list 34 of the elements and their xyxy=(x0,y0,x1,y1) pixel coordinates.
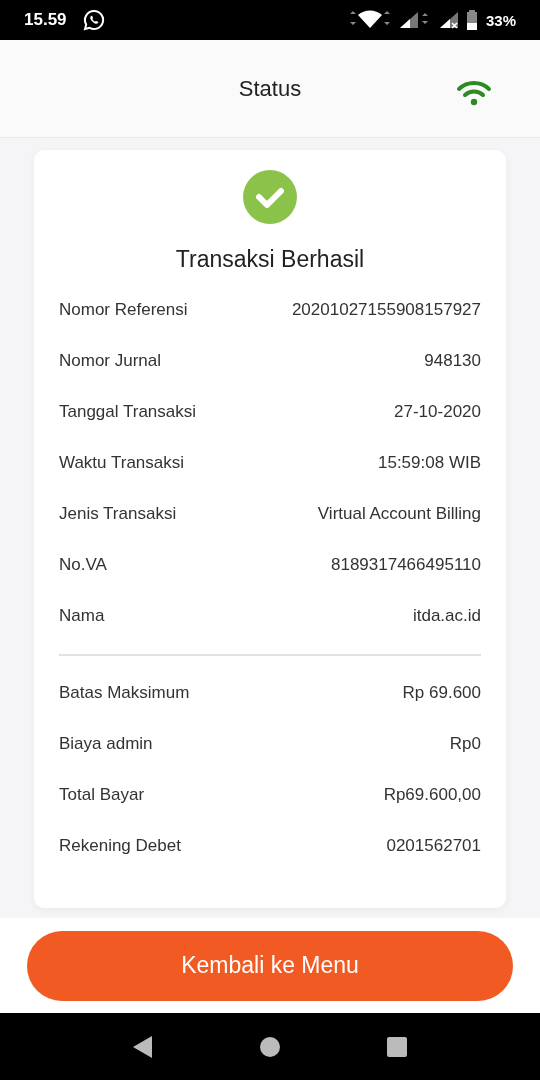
amount-label: Rekening Debet xyxy=(59,835,181,856)
amount-value: Rp0 xyxy=(449,733,481,754)
chat-bubble-icon xyxy=(82,9,105,31)
back-icon[interactable] xyxy=(132,1034,155,1059)
detail-value: 8189317466495110 xyxy=(331,554,481,575)
detail-value: Virtual Account Billing xyxy=(317,503,481,524)
detail-value: 27-10-2020 xyxy=(394,401,481,422)
amount-value: Rp69.600,00 xyxy=(383,784,481,805)
detail-value: itda.ac.id xyxy=(412,605,481,626)
detail-value: 20201027155908157927 xyxy=(291,299,481,320)
battery-icon xyxy=(465,10,478,30)
check-circle-icon xyxy=(243,170,297,224)
detail-label: Nomor Jurnal xyxy=(59,350,162,371)
amount-label: Batas Maksimum xyxy=(59,682,190,703)
page-title: Status xyxy=(238,75,302,102)
detail-label: No.VA xyxy=(59,554,107,575)
wifi-icon xyxy=(456,80,492,106)
back-to-menu-button[interactable]: Kembali ke Menu xyxy=(27,930,513,1001)
detail-label: Jenis Transaksi xyxy=(59,503,177,524)
amount-label: Biaya admin xyxy=(59,733,153,754)
battery-percent: 33% xyxy=(485,11,516,29)
amount-value: 0201562701 xyxy=(386,835,481,856)
detail-value: 15:59:08 WIB xyxy=(378,452,481,473)
detail-label: Nomor Referensi xyxy=(59,299,188,320)
recents-icon[interactable] xyxy=(385,1035,408,1058)
status-time: 15.59 xyxy=(24,10,67,30)
detail-label: Waktu Transaksi xyxy=(59,452,185,473)
home-icon[interactable] xyxy=(259,1035,281,1058)
detail-value: 948130 xyxy=(424,350,481,371)
amount-value: Rp 69.600 xyxy=(402,682,481,703)
result-title: Transaksi Berhasil xyxy=(175,246,365,273)
detail-label: Nama xyxy=(59,605,105,626)
detail-label: Tanggal Transaksi xyxy=(59,401,197,422)
amount-label: Total Bayar xyxy=(59,784,145,805)
